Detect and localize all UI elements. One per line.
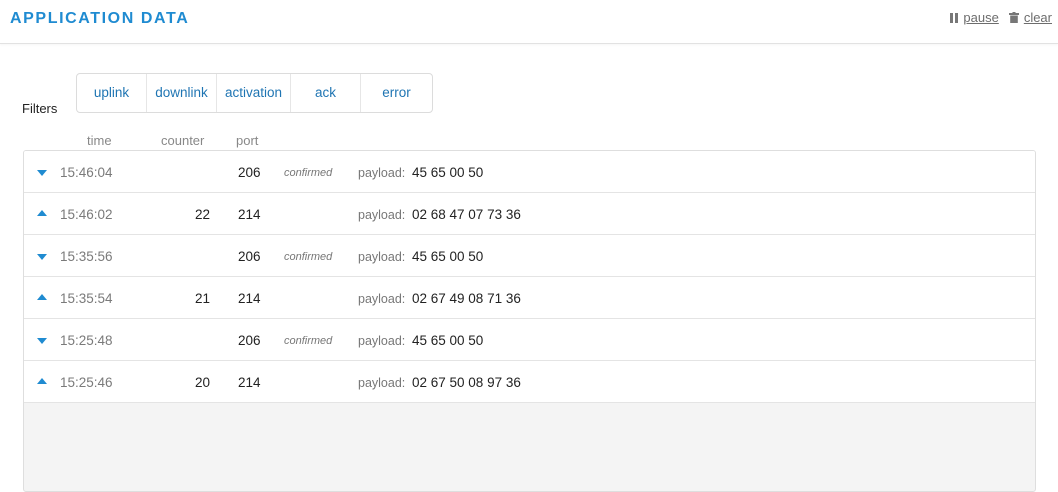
row-port: 214 <box>238 207 261 222</box>
row-counter: 20 <box>194 375 210 390</box>
row-payload-label: payload: <box>358 292 406 306</box>
clear-button[interactable]: clear <box>1008 10 1052 25</box>
row-payload-label: payload: <box>358 166 406 180</box>
table-row[interactable]: 15:25:46 20 214 payload: 02 67 50 08 97 … <box>24 361 1035 403</box>
table-row[interactable]: 15:46:02 22 214 payload: 02 68 47 07 73 … <box>24 193 1035 235</box>
row-payload-label: payload: <box>358 334 406 348</box>
pause-button[interactable]: pause <box>950 10 999 25</box>
row-port: 206 <box>238 249 261 264</box>
column-header-time: time <box>87 133 112 148</box>
trash-icon <box>1008 12 1019 23</box>
row-port: 214 <box>238 291 261 306</box>
row-payload-label: payload: <box>358 376 406 390</box>
row-confirmed-badge: confirmed <box>284 251 333 263</box>
row-time: 15:35:54 <box>60 291 113 306</box>
downlink-arrow-icon <box>37 254 47 260</box>
column-header-counter: counter <box>161 133 205 148</box>
row-payload-label: payload: <box>358 250 406 264</box>
row-time: 15:35:56 <box>60 249 113 264</box>
filters-label: Filters <box>22 101 58 116</box>
row-confirmed-badge: confirmed <box>284 167 333 179</box>
uplink-arrow-icon <box>37 210 47 216</box>
row-counter: 22 <box>194 207 210 222</box>
row-counter: 21 <box>194 291 210 306</box>
downlink-arrow-icon <box>37 170 47 176</box>
downlink-arrow-icon <box>37 338 47 344</box>
row-time: 15:46:04 <box>60 165 113 180</box>
row-payload: 02 67 50 08 97 36 <box>412 375 521 390</box>
row-payload: 02 67 49 08 71 36 <box>412 291 521 306</box>
filter-button-group: uplink downlink activation ack error <box>76 73 433 113</box>
filter-error-button[interactable]: error <box>361 74 432 112</box>
table-row[interactable]: 15:46:04 206 confirmed payload: 45 65 00… <box>24 151 1035 193</box>
row-payload-label: payload: <box>358 208 406 222</box>
filter-activation-button[interactable]: activation <box>217 74 291 112</box>
uplink-arrow-icon <box>37 378 47 384</box>
row-payload: 45 65 00 50 <box>412 165 484 180</box>
pause-label[interactable]: pause <box>963 10 998 25</box>
row-port: 206 <box>238 333 261 348</box>
table-row[interactable]: 15:25:48 206 confirmed payload: 45 65 00… <box>24 319 1035 361</box>
uplink-arrow-icon <box>37 294 47 300</box>
row-time: 15:46:02 <box>60 207 113 222</box>
row-time: 15:25:48 <box>60 333 113 348</box>
clear-label[interactable]: clear <box>1024 10 1052 25</box>
row-time: 15:25:46 <box>60 375 113 390</box>
row-port: 214 <box>238 375 261 390</box>
data-table: 15:46:04 206 confirmed payload: 45 65 00… <box>23 150 1036 492</box>
filter-downlink-button[interactable]: downlink <box>147 74 217 112</box>
table-row[interactable]: 15:35:54 21 214 payload: 02 67 49 08 71 … <box>24 277 1035 319</box>
row-payload: 45 65 00 50 <box>412 249 484 264</box>
header-actions: pause clear <box>950 10 1052 25</box>
row-payload: 45 65 00 50 <box>412 333 484 348</box>
row-port: 206 <box>238 165 261 180</box>
table-row[interactable]: 15:35:56 206 confirmed payload: 45 65 00… <box>24 235 1035 277</box>
row-payload: 02 68 47 07 73 36 <box>412 207 521 222</box>
pause-icon <box>950 12 959 23</box>
filter-uplink-button[interactable]: uplink <box>77 74 147 112</box>
column-header-port: port <box>236 133 259 148</box>
filter-ack-button[interactable]: ack <box>291 74 361 112</box>
row-confirmed-badge: confirmed <box>284 335 333 347</box>
header-bar: APPLICATION DATA pause clear <box>0 0 1058 44</box>
page-title: APPLICATION DATA <box>10 10 190 27</box>
